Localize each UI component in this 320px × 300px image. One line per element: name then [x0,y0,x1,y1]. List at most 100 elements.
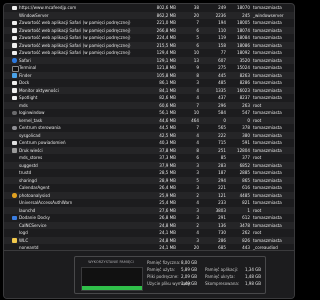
table-row[interactable]: kernel_task 44,6 MB 464 0 0 root [4,116,294,124]
table-row[interactable]: logd 24,1 MB 4 730 262 root [4,229,294,237]
app-memory-label: Pamięć aplikacji: [205,267,239,272]
physical-memory-value: 8,00 GB [180,260,197,265]
process-name: Centrum sterowania [19,125,61,130]
table-row[interactable]: UniversalAccessAuthWarn 25,4 MB 4 233 821 tom… [4,199,294,207]
table-row[interactable]: WLC 24,8 MB 3 286 826 tomaszmiasta [4,236,294,244]
user-cell: root [253,117,262,123]
blank-icon [12,43,17,48]
memory-cell: 105,8 MB [156,72,176,78]
process-name: Safari [19,57,31,63]
threads-cell: 8 [196,72,199,78]
table-row[interactable]: Terminal 121,8 MB 9 275 15024 tomaszmiasta [4,64,294,72]
table-row[interactable]: suggestd 37,9 MB 3 283 6852 tomaszmiasta [4,161,294,169]
user-cell: root [253,207,262,213]
process-name: photoanalysisd [19,192,50,198]
blank-icon [12,35,17,40]
cached-files-label: Pliki podręczne: [147,274,179,279]
ports-cell: 584 [218,110,226,115]
dropbox-icon [12,215,17,220]
memory-cell: 37,3 MB [159,155,176,160]
memory-cell: 121,8 MB [156,65,176,70]
process-name: UniversalAccessAuthWarn [19,200,73,205]
ports-cell: 485 [218,80,226,85]
process-name: Zawartość web aplikacji Safari (w pamięc… [19,27,131,33]
table-row[interactable]: https://www.mcafeedjp.com 802,6 MB 38 249 18… [4,4,294,12]
table-row[interactable]: Zawartość web aplikacji Safari (w pamięc… [4,49,294,57]
table-row[interactable]: Centrum sterowania 44,5 MB 7 565 378 tomaszmi… [4,124,294,132]
table-row[interactable]: sharingd 28,9 MB 5 294 865 tomaszmiasta [4,176,294,184]
ports-cell: 294 [218,177,226,183]
memory-cell: 44,6 MB [159,117,176,123]
ports-cell: 194 [218,20,226,25]
threads-cell: 3 [196,170,199,175]
table-row[interactable]: Druk wieści 37,8 MB 8 251 12804 tomaszmiasta [4,146,294,154]
ports-cell: 77 [220,50,226,55]
pid-cell: 18074 [236,27,250,33]
ports-cell: 283 [218,162,226,168]
user-cell: root [253,230,262,235]
threads-cell: 13 [193,57,199,63]
threads-cell: 7 [196,102,199,108]
printer-icon [12,148,17,153]
user-cell: tomaszmiasta [253,5,282,10]
threads-cell: 38 [193,5,199,10]
chrome-icon [12,193,17,198]
process-name: CalNCService [19,222,47,228]
memory-pressure-fill [82,285,142,290]
process-name: Zawartość web aplikacji Safari (w pamięc… [19,50,131,55]
table-row[interactable]: Dock 86,1 MB 3 485 8286 tomaszmiasta [4,79,294,87]
process-name: kernel_task [19,117,43,123]
table-row[interactable]: loginwindow 56,1 MB 10 584 547 tomaszmiasta [4,109,294,117]
pid-cell: 380 [242,132,250,138]
table-row[interactable]: Zawartość web aplikacji Safari (w pamięc… [4,19,294,27]
table-row[interactable]: launchd 27,6 MB 3 3803 1 root [4,206,294,214]
user-cell: tomaszmiasta [253,237,282,243]
ports-cell: 119 [218,35,226,40]
table-row[interactable]: Finder 105,8 MB 8 445 8263 tomaszmiasta [4,71,294,79]
memory-cell: 215,5 MB [156,42,176,48]
user-cell: tomaszmiasta [253,222,282,228]
table-row[interactable]: Spotlight 82,6 MB 4 437 8237 tomaszmiasta [4,94,294,102]
table-row[interactable]: Zawartość web aplikacji Safari (w pamięc… [4,41,294,49]
user-cell: tomaszmiasta [253,140,282,145]
pid-cell: 4485 [239,192,250,198]
memory-footer: WYKORZYSTANIE PAMIĘCI Pamięć fizyczna: 8… [4,250,294,298]
table-row[interactable]: mds_stores 37,3 MB 6 85 377 root [4,154,294,162]
table-row[interactable]: Zawartość web aplikacji Safari (w pamięc… [4,34,294,42]
process-name: Druk wieści [19,147,43,153]
threads-cell: 4 [196,95,199,100]
table-row[interactable]: Zawartość web aplikacji Safari (w pamięc… [4,26,294,34]
table-row[interactable]: photoanalysisd 25,9 MB 2 121 4485 tomaszmiast… [4,191,294,199]
pid-cell: 8237 [239,95,250,100]
threads-cell: 7 [196,125,199,130]
table-row[interactable]: CalNCService 24,8 MB 2 136 3478 tomaszmiasta [4,221,294,229]
blank-icon [12,88,17,93]
memory-cell: 24,8 MB [159,222,176,228]
pid-cell: 18005 [236,20,250,25]
memory-cell: 221,0 MB [156,20,176,25]
table-row[interactable]: mds 60,6 MB 7 296 263 root [4,101,294,109]
ports-cell: 158 [218,42,226,48]
wired-memory-value: 1,48 GB [244,274,261,279]
pid-cell: 591 [242,140,250,145]
table-row[interactable]: Monitor aktywności 84,1 MB 4 1335 16023 tomas… [4,86,294,94]
memory-cell: 37,9 MB [159,162,176,168]
memory-cell: 27,6 MB [159,207,176,213]
table-row[interactable]: Safari 129,1 MB 13 607 3520 tomaszmiasta [4,56,294,64]
table-row[interactable]: CalendarAgent 26,4 MB 3 221 616 tomaszmiasta [4,184,294,192]
ports-cell: 291 [218,215,226,220]
table-row[interactable]: WindowServer 862,2 MB 20 2236 245 _windowserv… [4,11,294,19]
memory-cell: 25,9 MB [159,192,176,198]
threads-cell: 20 [193,12,199,18]
table-row[interactable]: sysgolicad 42,5 MB 4 222 380 tomaszmiasta [4,131,294,139]
process-name: suggestd [19,162,38,168]
threads-cell: 5 [196,177,199,183]
table-row[interactable]: trustd 28,5 MB 3 187 2885 tomaszmiasta [4,169,294,177]
compressed-memory-value: 1,98 GB [244,281,261,286]
process-name: Zawartość web aplikacji Safari (w pamięc… [19,42,131,48]
user-cell: tomaszmiasta [253,27,282,33]
user-cell: tomaszmiasta [253,125,282,130]
table-row[interactable]: Dodanie Docky 26,8 MB 3 291 612 tomaszmiasta [4,214,294,222]
ports-cell: 233 [218,200,226,205]
table-row[interactable]: Centrum powiadomień 40,3 MB 4 715 591 tomaszm… [4,139,294,147]
